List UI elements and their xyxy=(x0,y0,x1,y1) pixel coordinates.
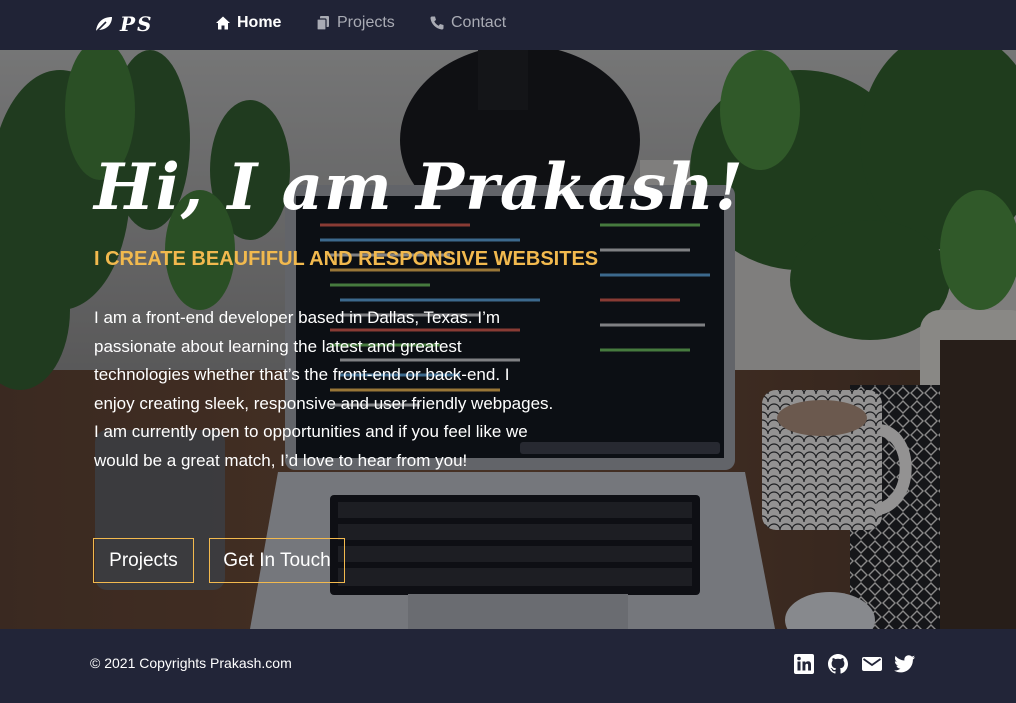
copyright-text: © 2021 Copyrights Prakash.com xyxy=(90,655,292,671)
hero-section: Hi, I am Prakash! I CREATE BEAUFIFUL AND… xyxy=(0,50,1016,629)
logo-text: PS xyxy=(120,12,154,36)
twitter-icon xyxy=(894,655,916,673)
hero-subtitle: I CREATE BEAUFIFUL AND RESPONSIVE WEBSIT… xyxy=(94,248,599,270)
phone-icon xyxy=(430,16,444,30)
twitter-link[interactable] xyxy=(894,653,916,675)
email-link[interactable] xyxy=(861,653,883,675)
nav-item-label: Projects xyxy=(337,14,395,31)
get-in-touch-button[interactable]: Get In Touch xyxy=(209,538,345,583)
footer: © 2021 Copyrights Prakash.com xyxy=(0,629,1016,703)
copy-icon xyxy=(316,16,329,31)
home-icon xyxy=(216,16,230,30)
nav-item-home[interactable]: Home xyxy=(215,14,281,32)
hero-description: I am a front-end developer based in Dall… xyxy=(94,308,554,470)
hero-title: Hi, I am Prakash! xyxy=(94,150,744,225)
nav-item-projects[interactable]: Projects xyxy=(315,14,395,32)
nav-item-contact[interactable]: Contact xyxy=(429,14,506,32)
leaf-icon xyxy=(95,17,112,33)
linkedin-link[interactable] xyxy=(793,653,815,675)
nav-item-label: Contact xyxy=(451,14,507,31)
github-link[interactable] xyxy=(827,653,849,675)
github-icon xyxy=(828,654,848,674)
nav-item-label: Home xyxy=(237,14,282,31)
linkedin-icon xyxy=(794,654,814,674)
navbar: PS Home Projects Contact xyxy=(0,0,1016,50)
mail-icon xyxy=(862,657,882,671)
projects-button[interactable]: Projects xyxy=(93,538,194,583)
site-logo[interactable]: PS xyxy=(94,12,153,36)
